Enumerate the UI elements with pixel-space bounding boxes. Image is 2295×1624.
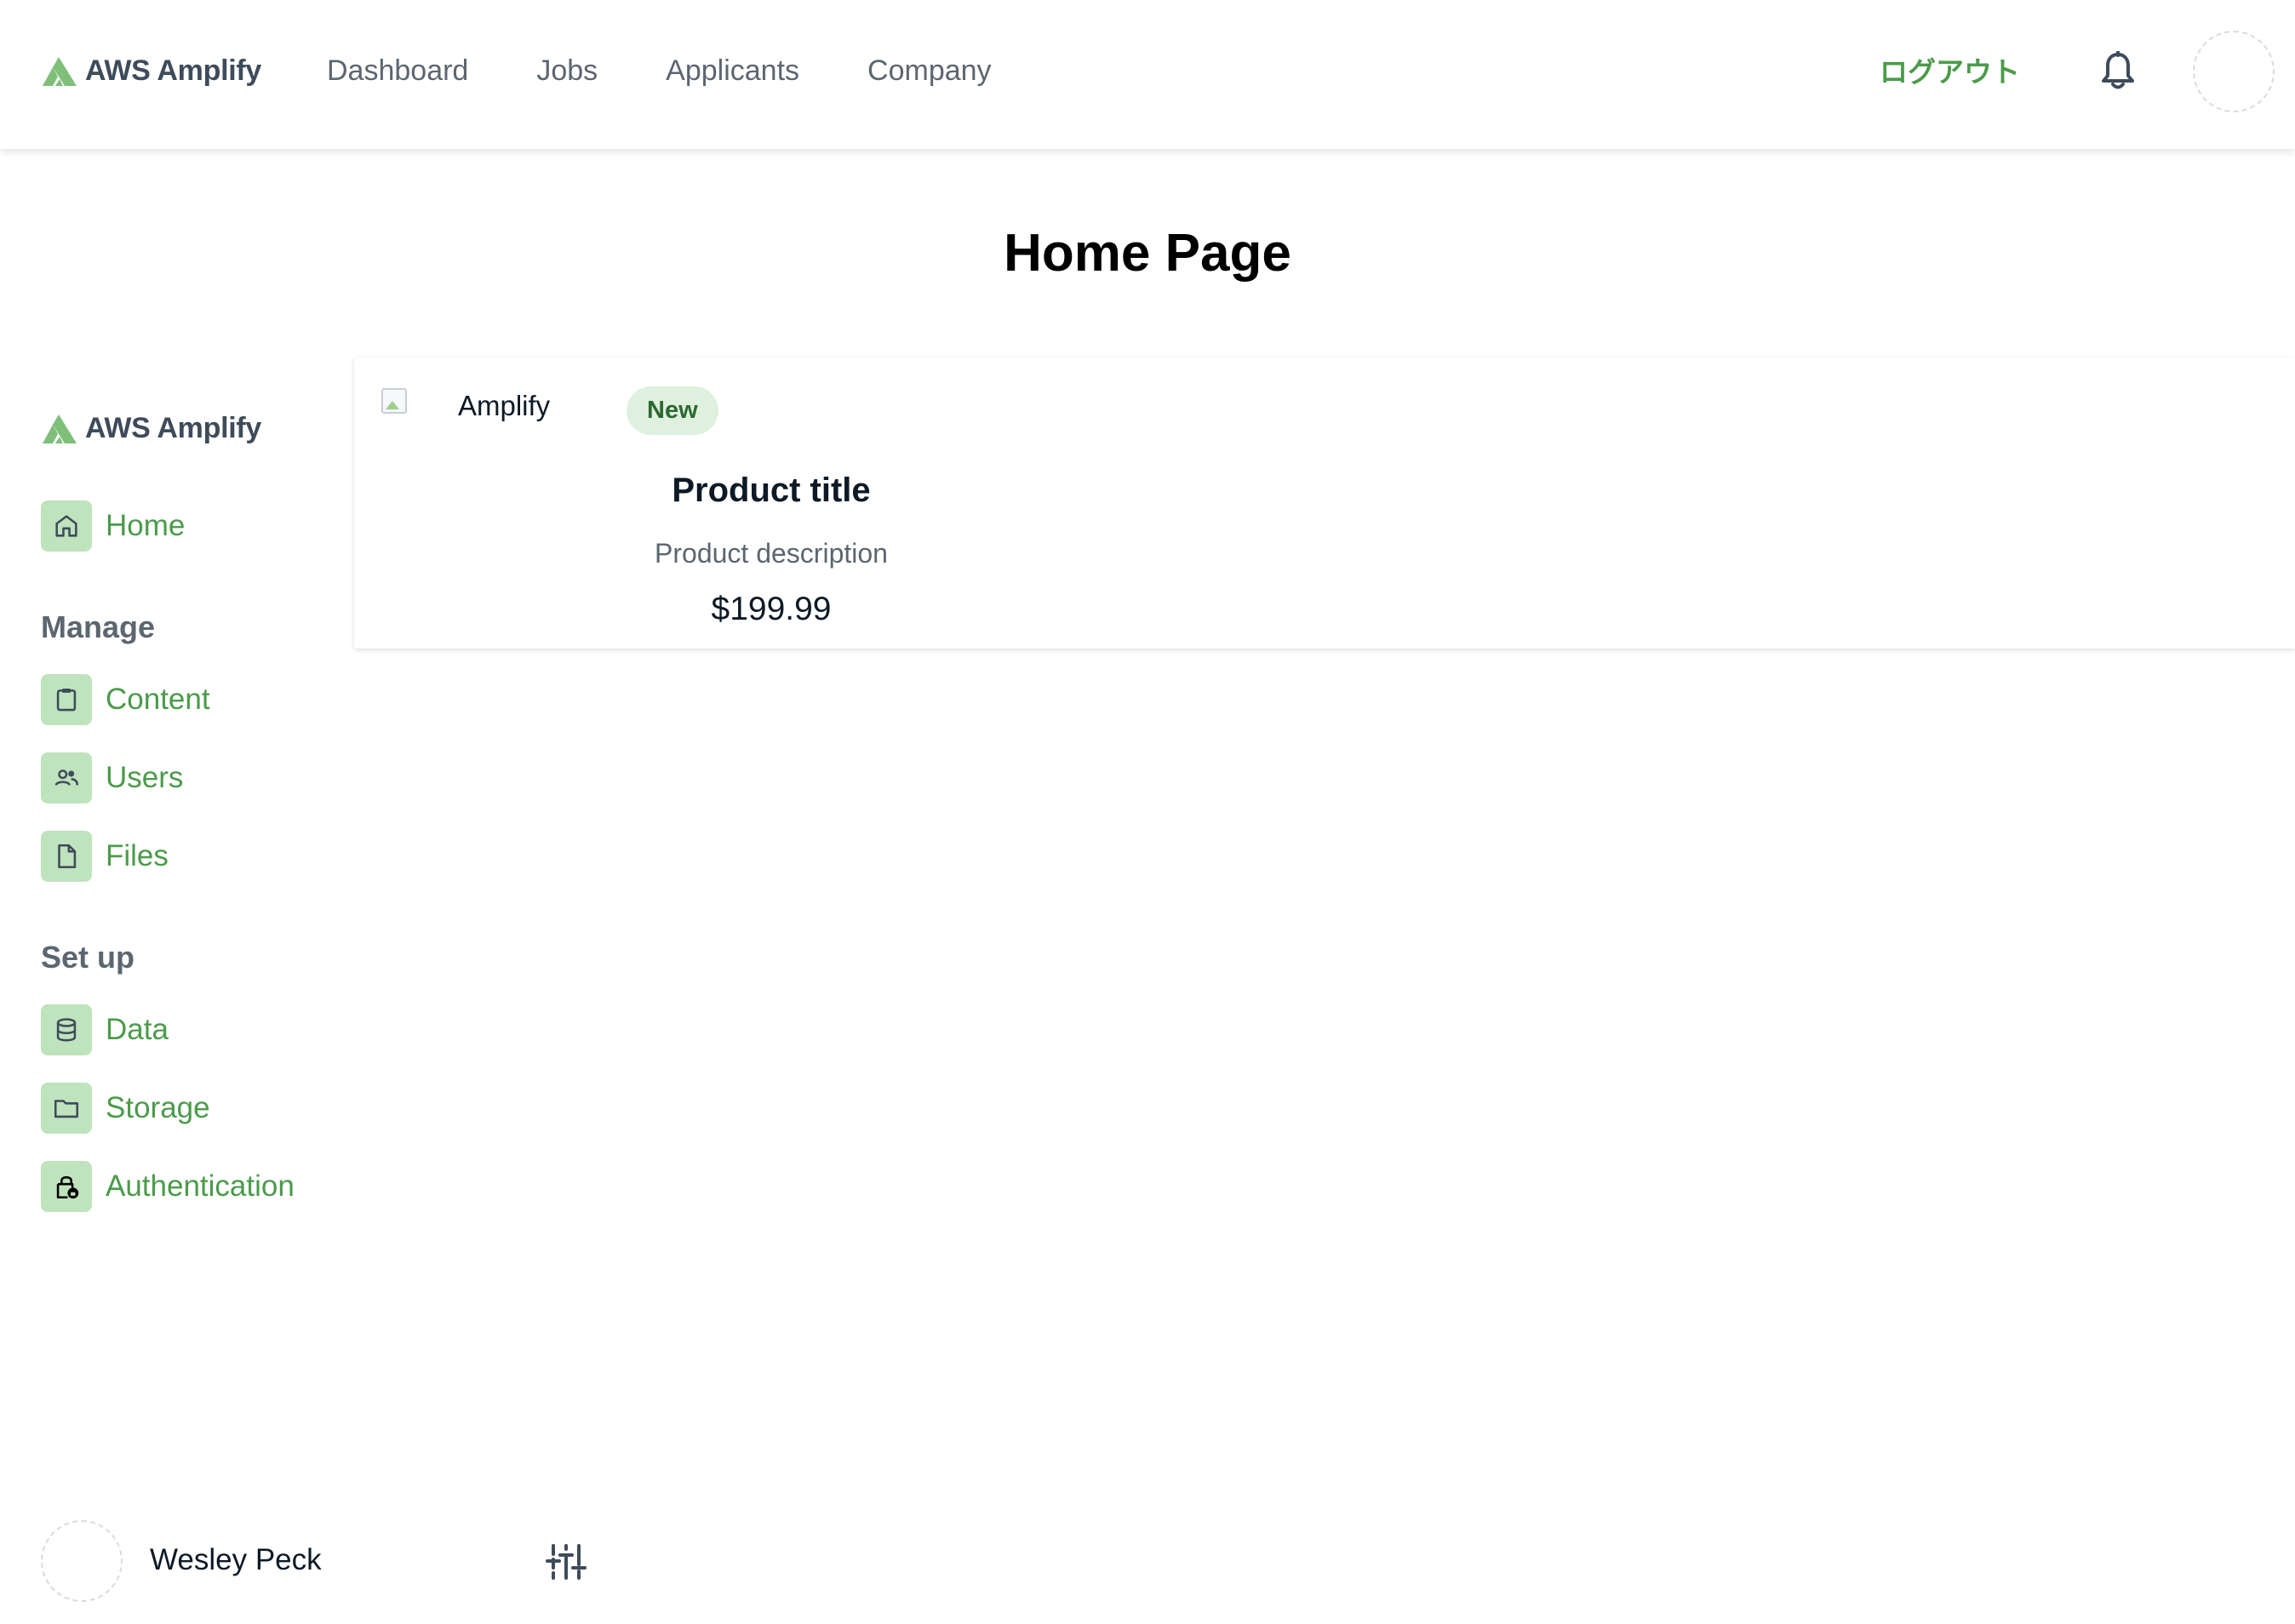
- product-description: Product description: [655, 538, 888, 569]
- sidebar-item-storage[interactable]: Storage: [41, 1083, 210, 1134]
- sidebar-item-home[interactable]: Home: [41, 500, 185, 552]
- logout-button[interactable]: ログアウト: [1880, 49, 2020, 90]
- file-icon: [41, 831, 92, 882]
- sidebar-item-label: Authentication: [106, 1169, 295, 1203]
- product-image: Amplify: [381, 388, 550, 422]
- amplify-logo-icon: [43, 414, 77, 443]
- notifications-button[interactable]: [2099, 50, 2137, 96]
- amplify-logo-icon: [43, 56, 77, 86]
- sidebar-item-data[interactable]: Data: [41, 1004, 169, 1055]
- top-navigation-bar: AWS Amplify Dashboard Jobs Applicants Co…: [0, 0, 2295, 149]
- product-badge: New: [627, 386, 718, 435]
- sidebar-item-files[interactable]: Files: [41, 831, 169, 882]
- sidebar-item-label: Data: [106, 1013, 169, 1046]
- user-avatar-menu[interactable]: [2193, 31, 2275, 112]
- user-name: Wesley Peck: [150, 1543, 322, 1576]
- broken-image-icon: [381, 388, 407, 414]
- sidebar-item-authentication[interactable]: Authentication: [41, 1161, 295, 1212]
- product-price: $199.99: [711, 591, 832, 627]
- lock-icon: [41, 1161, 92, 1212]
- sidebar-item-content[interactable]: Content: [41, 674, 210, 725]
- sidebar-item-label: Users: [106, 761, 184, 794]
- top-brand-logo[interactable]: AWS Amplify: [41, 54, 261, 88]
- sidebar-section-setup: Set up: [41, 940, 135, 975]
- nav-link-dashboard[interactable]: Dashboard: [327, 54, 468, 88]
- nav-link-jobs[interactable]: Jobs: [536, 54, 598, 88]
- product-card: Amplify New Product title Product descri…: [354, 357, 2295, 649]
- sidebar-item-label: Files: [106, 839, 169, 872]
- clipboard-icon: [41, 674, 92, 725]
- sidebar-item-label: Content: [106, 683, 210, 716]
- sliders-icon: [546, 1544, 587, 1580]
- users-icon: [41, 752, 92, 803]
- top-brand-name: AWS Amplify: [85, 54, 262, 87]
- product-title: Product title: [672, 472, 871, 509]
- user-settings-button[interactable]: [545, 1542, 587, 1581]
- sidebar-item-label: Storage: [106, 1091, 210, 1124]
- sidebar-item-label: Home: [106, 509, 186, 542]
- page-title: Home Page: [1004, 224, 1291, 283]
- folder-icon: [41, 1083, 92, 1134]
- database-icon: [41, 1004, 92, 1055]
- product-image-alt-text: Amplify: [458, 390, 551, 421]
- sidebar-item-users[interactable]: Users: [41, 752, 183, 803]
- bell-icon: [2102, 50, 2134, 89]
- home-icon: [41, 500, 92, 552]
- top-nav-links: Dashboard Jobs Applicants Company: [327, 0, 992, 141]
- user-avatar[interactable]: [41, 1520, 123, 1602]
- sidebar-section-manage: Manage: [41, 609, 156, 644]
- nav-link-company[interactable]: Company: [867, 54, 992, 88]
- sidebar-brand-logo[interactable]: AWS Amplify: [41, 412, 261, 445]
- nav-link-applicants[interactable]: Applicants: [666, 54, 799, 88]
- sidebar-brand-name: AWS Amplify: [85, 412, 262, 444]
